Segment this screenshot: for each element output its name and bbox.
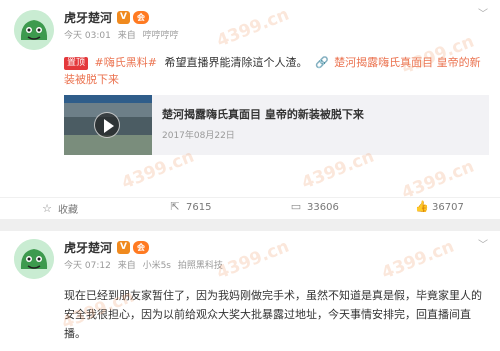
source-prefix: 来自 — [117, 261, 136, 271]
vip-icon: 会 — [133, 241, 150, 254]
post-text: 置顶 #嗨氏黑料# 希望直播界能清除這个人渣。 🔗 楚河揭露嗨氏真面目 皇帝的新… — [64, 54, 489, 88]
post-body: 希望直播界能清除這个人渣。 — [164, 56, 308, 69]
weibo-post-2: 虎牙楚河 V 会 今天 07:12 来自 小米5s 拍照黑科技 ﹀ 现在已经到朋… — [0, 231, 500, 351]
avatar[interactable] — [14, 10, 54, 50]
verified-icon: V — [117, 11, 131, 24]
shared-card-title[interactable]: 楚河揭露嗨氏真面目 皇帝的新装被脱下来 — [162, 106, 364, 122]
weibo-post-1: 虎牙楚河 V 会 今天 03:01 来自 哼哼哼哼 ﹀ 置顶 #嗨氏黑料# 希望… — [0, 0, 500, 219]
video-thumbnail[interactable] — [64, 95, 152, 155]
shared-card-date: 2017年08月22日 — [162, 131, 235, 141]
action-bar: ☆ 收藏 ⇱ 7615 ▭ 33606 👍 36707 — [0, 197, 500, 219]
favorite-label: 收藏 — [58, 205, 78, 216]
hashtag-link[interactable]: #嗨氏黑料# — [95, 56, 157, 69]
comment-button[interactable]: ▭ 33606 — [290, 201, 339, 213]
post-body: 现在已经到朋友家暂住了，因为我妈刚做完手术，虽然不知道是真是假，毕竟家里人的安全… — [64, 289, 482, 340]
share-count: 7615 — [186, 201, 212, 213]
source-prefix: 来自 — [117, 31, 136, 41]
link-icon: 🔗 — [314, 56, 329, 69]
pinned-badge: 置顶 — [64, 57, 89, 70]
favorite-button[interactable]: ☆ 收藏 — [41, 201, 78, 216]
post-source: 哼哼哼哼 — [142, 31, 179, 41]
chevron-down-icon[interactable]: ﹀ — [476, 8, 490, 22]
verified-icon: V — [117, 241, 131, 254]
like-button[interactable]: 👍 36707 — [415, 201, 464, 213]
comment-icon: ▭ — [290, 200, 302, 213]
like-count: 36707 — [432, 201, 464, 213]
post-meta: 今天 03:01 来自 哼哼哼哼 — [64, 28, 183, 41]
chevron-down-icon[interactable]: ﹀ — [476, 239, 490, 253]
author-row: 虎牙楚河 V 会 — [64, 239, 150, 256]
vip-icon: 会 — [133, 11, 150, 24]
shared-video-card[interactable]: 楚河揭露嗨氏真面目 皇帝的新装被脱下来 2017年08月22日 — [64, 95, 489, 155]
author-row: 虎牙楚河 V 会 — [64, 9, 150, 26]
comment-count: 33606 — [307, 201, 339, 213]
post-meta: 今天 07:12 来自 小米5s 拍照黑科技 — [64, 258, 227, 271]
star-icon: ☆ — [42, 201, 52, 215]
avatar[interactable] — [14, 239, 54, 279]
share-button[interactable]: ⇱ 7615 — [169, 201, 211, 213]
post-time[interactable]: 今天 07:12 — [64, 261, 111, 271]
post-source: 小米5s — [142, 261, 171, 271]
username[interactable]: 虎牙楚河 — [64, 9, 112, 26]
thumbs-up-icon: 👍 — [415, 200, 429, 213]
share-icon: ⇱ — [170, 200, 180, 213]
post-source-suffix: 拍照黑科技 — [177, 261, 223, 271]
username[interactable]: 虎牙楚河 — [64, 239, 112, 256]
play-icon[interactable] — [94, 112, 120, 138]
post-time[interactable]: 今天 03:01 — [64, 31, 111, 41]
